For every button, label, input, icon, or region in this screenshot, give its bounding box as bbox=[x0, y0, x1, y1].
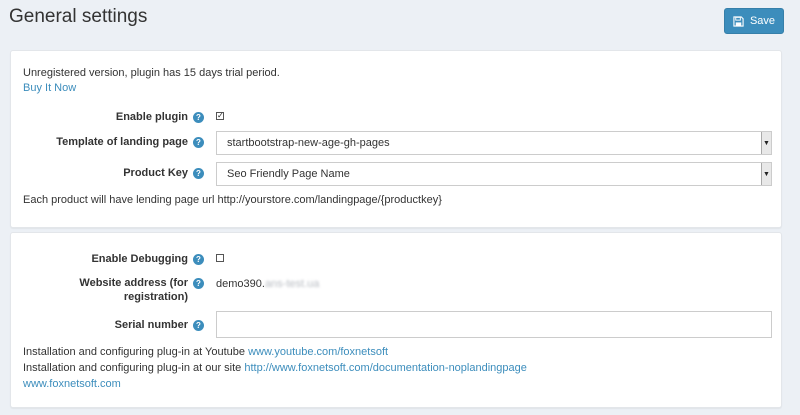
home-line: www.foxnetsoft.com bbox=[23, 378, 121, 390]
youtube-line: Installation and configuring plug-in at … bbox=[23, 346, 389, 358]
chevron-down-icon[interactable]: ▼ bbox=[761, 132, 771, 154]
chevron-down-icon[interactable]: ▼ bbox=[761, 163, 771, 185]
youtube-link[interactable]: www.youtube.com/foxnetsoft bbox=[248, 346, 388, 358]
template-select-value: startbootstrap-new-age-gh-pages bbox=[227, 137, 390, 149]
save-button-label: Save bbox=[749, 15, 776, 27]
trial-notice: Unregistered version, plugin has 15 days… bbox=[23, 67, 280, 79]
question-circle-icon[interactable]: ? bbox=[193, 136, 204, 148]
enable-plugin-label: Enable plugin ? bbox=[51, 110, 204, 124]
product-key-label: Product Key ? bbox=[51, 166, 204, 180]
registration-panel: Enable Debugging ? Website address (for … bbox=[10, 232, 782, 408]
foxnetsoft-home-link[interactable]: www.foxnetsoft.com bbox=[23, 378, 121, 390]
template-label: Template of landing page ? bbox=[31, 135, 204, 149]
enable-debugging-label: Enable Debugging ? bbox=[51, 252, 204, 266]
question-circle-icon[interactable]: ? bbox=[193, 253, 204, 265]
enable-debugging-checkbox[interactable] bbox=[216, 254, 224, 262]
website-address-label: Website address (for ? registration) bbox=[41, 277, 204, 307]
page-title: General settings bbox=[9, 6, 148, 27]
website-address-value: demo390.ans-test.ua bbox=[216, 278, 320, 290]
general-settings-panel: Unregistered version, plugin has 15 days… bbox=[10, 50, 782, 228]
floppy-disk-icon bbox=[733, 15, 744, 27]
question-circle-icon[interactable]: ? bbox=[193, 319, 204, 331]
buy-it-now-link[interactable]: Buy It Now bbox=[23, 82, 76, 94]
documentation-link[interactable]: http://www.foxnetsoft.com/documentation-… bbox=[244, 362, 527, 374]
enable-plugin-checkbox[interactable]: ✓ bbox=[216, 112, 224, 120]
url-note: Each product will have lending page url … bbox=[23, 194, 442, 206]
question-circle-icon[interactable]: ? bbox=[193, 277, 204, 289]
product-key-select-value: Seo Friendly Page Name bbox=[227, 168, 350, 180]
site-line: Installation and configuring plug-in at … bbox=[23, 362, 527, 374]
serial-number-input[interactable] bbox=[216, 311, 772, 338]
product-key-select[interactable]: Seo Friendly Page Name ▼ bbox=[216, 162, 772, 186]
template-select[interactable]: startbootstrap-new-age-gh-pages ▼ bbox=[216, 131, 772, 155]
save-button[interactable]: Save bbox=[724, 8, 784, 34]
question-circle-icon[interactable]: ? bbox=[193, 167, 204, 179]
serial-number-label: Serial number ? bbox=[51, 318, 204, 332]
question-circle-icon[interactable]: ? bbox=[193, 111, 204, 123]
